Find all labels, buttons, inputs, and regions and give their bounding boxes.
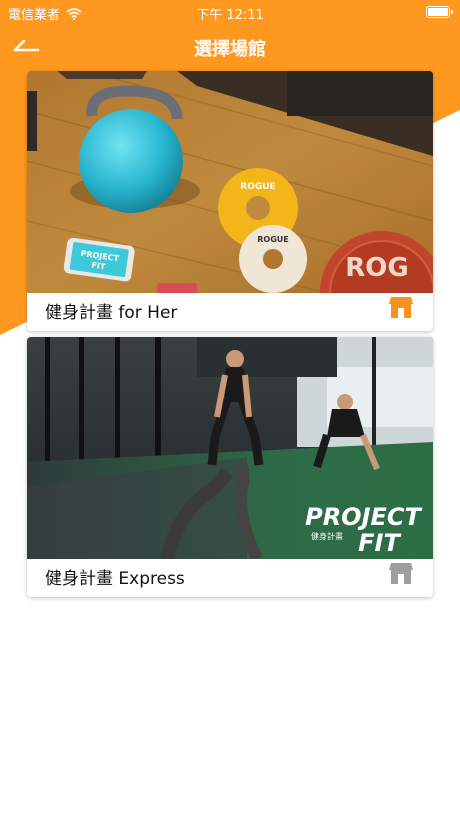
- page-title: 選擇場館: [194, 39, 266, 60]
- status-time: 下午 12:11: [196, 8, 264, 23]
- battery-icon: [426, 6, 453, 18]
- photo-logo-sub: 健身計畫: [311, 531, 343, 541]
- venue-name: 健身計畫 Express: [45, 569, 185, 589]
- store-icon: [389, 563, 413, 584]
- venue-card-for-her[interactable]: PROJECT FIT ROGUE ROGUE ROG 健身計畫 for Her: [27, 71, 433, 331]
- photo-logo-line1: PROJECT: [305, 503, 422, 531]
- store-icon: [389, 297, 413, 318]
- cream-plate-label: ROGUE: [257, 235, 289, 244]
- status-bar: 電信業者 下午 12:11: [0, 0, 460, 24]
- nav-bar: 選擇場館: [0, 28, 460, 68]
- venue-photo-battle-ropes: PROJECT FIT 健身計畫: [27, 337, 433, 559]
- bumper-plate-label: ROG: [345, 253, 408, 283]
- venue-photo-kettlebell: PROJECT FIT ROGUE ROGUE ROG: [27, 71, 433, 293]
- venue-name: 健身計畫 for Her: [45, 303, 178, 323]
- venue-card-express[interactable]: PROJECT FIT 健身計畫 健身計畫 Express: [27, 337, 433, 597]
- yellow-plate-label: ROGUE: [240, 182, 275, 192]
- photo-logo-line2: FIT: [358, 529, 401, 557]
